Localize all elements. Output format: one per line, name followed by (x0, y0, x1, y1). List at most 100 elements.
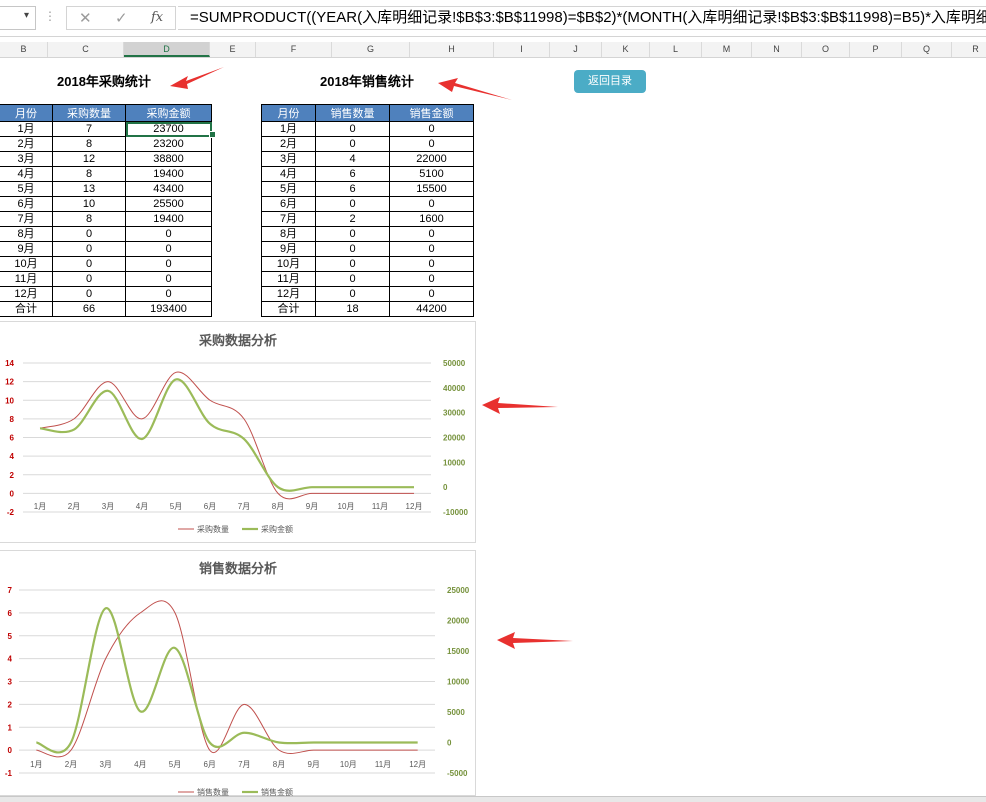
table-cell[interactable]: 0 (316, 197, 390, 212)
table-cell[interactable]: 1600 (390, 212, 474, 227)
formula-input[interactable]: =SUMPRODUCT((YEAR(入库明细记录!$B$3:$B$11998)=… (178, 6, 986, 30)
column-header-c[interactable]: C (48, 42, 124, 57)
table-cell[interactable]: 0 (390, 287, 474, 302)
column-header-r[interactable]: R (952, 42, 986, 57)
column-header-i[interactable]: I (494, 42, 550, 57)
fill-handle[interactable] (209, 131, 216, 138)
horizontal-scrollbar[interactable] (0, 796, 986, 802)
table-cell[interactable]: 6 (316, 167, 390, 182)
table-cell[interactable]: 193400 (126, 302, 212, 317)
table-cell[interactable]: 66 (53, 302, 126, 317)
table-cell[interactable]: 0 (53, 257, 126, 272)
table-cell[interactable]: 38800 (126, 152, 212, 167)
table-cell[interactable]: 10 (53, 197, 126, 212)
table-cell[interactable]: 44200 (390, 302, 474, 317)
table-cell[interactable]: 11月 (0, 272, 53, 287)
table-cell[interactable]: 9月 (0, 242, 53, 257)
table-cell[interactable]: 0 (126, 287, 212, 302)
table-cell[interactable]: 0 (390, 137, 474, 152)
column-header-m[interactable]: M (702, 42, 752, 57)
enter-icon[interactable]: ✓ (115, 9, 128, 27)
table-cell[interactable]: 15500 (390, 182, 474, 197)
insert-function-icon[interactable]: fx (151, 10, 163, 25)
table-cell[interactable]: 6月 (0, 197, 53, 212)
table-cell[interactable]: 3月 (262, 152, 316, 167)
table-cell[interactable]: 0 (53, 242, 126, 257)
table-cell[interactable]: 4 (316, 152, 390, 167)
table-cell[interactable]: 43400 (126, 182, 212, 197)
table-cell[interactable]: 7月 (0, 212, 53, 227)
table-cell[interactable]: 12 (53, 152, 126, 167)
table-cell[interactable]: 13 (53, 182, 126, 197)
table-cell[interactable]: 9月 (262, 242, 316, 257)
table-cell[interactable]: 19400 (126, 212, 212, 227)
chevron-down-icon[interactable]: ▾ (24, 10, 29, 21)
table-cell[interactable]: 8 (53, 167, 126, 182)
table-cell[interactable]: 0 (316, 287, 390, 302)
table-cell[interactable]: 合计 (262, 302, 316, 317)
table-cell[interactable]: 4月 (0, 167, 53, 182)
name-box[interactable]: ▾ (0, 6, 36, 30)
table-cell[interactable]: 0 (126, 257, 212, 272)
column-header-l[interactable]: L (650, 42, 702, 57)
table-cell[interactable]: 0 (316, 227, 390, 242)
table-cell[interactable]: 0 (316, 257, 390, 272)
table-cell[interactable]: 0 (316, 272, 390, 287)
purchase-chart[interactable]: 采购数据分析-202468101214-10000010000200003000… (0, 321, 476, 543)
column-header-f[interactable]: F (256, 42, 332, 57)
table-cell[interactable]: 0 (390, 242, 474, 257)
table-cell[interactable]: 4月 (262, 167, 316, 182)
column-header-b[interactable]: B (0, 42, 48, 57)
table-cell[interactable]: 22000 (390, 152, 474, 167)
column-header-o[interactable]: O (802, 42, 850, 57)
table-cell[interactable]: 5月 (0, 182, 53, 197)
table-cell[interactable]: 2月 (262, 137, 316, 152)
table-cell[interactable]: 6 (316, 182, 390, 197)
table-cell[interactable]: 23700 (126, 122, 212, 137)
table-cell[interactable]: 1月 (0, 122, 53, 137)
cancel-icon[interactable]: ✕ (79, 9, 92, 27)
table-cell[interactable]: 0 (126, 227, 212, 242)
table-cell[interactable]: 19400 (126, 167, 212, 182)
table-cell[interactable]: 合计 (0, 302, 53, 317)
column-header-q[interactable]: Q (902, 42, 952, 57)
table-cell[interactable]: 0 (390, 227, 474, 242)
table-cell[interactable]: 2 (316, 212, 390, 227)
table-cell[interactable]: 0 (126, 242, 212, 257)
column-header-g[interactable]: G (332, 42, 410, 57)
table-cell[interactable]: 8月 (262, 227, 316, 242)
table-cell[interactable]: 7 (53, 122, 126, 137)
table-cell[interactable]: 8月 (0, 227, 53, 242)
table-cell[interactable]: 11月 (262, 272, 316, 287)
column-header-p[interactable]: P (850, 42, 902, 57)
table-cell[interactable]: 5100 (390, 167, 474, 182)
table-cell[interactable]: 10月 (262, 257, 316, 272)
table-cell[interactable]: 25500 (126, 197, 212, 212)
table-cell[interactable]: 10月 (0, 257, 53, 272)
table-cell[interactable]: 0 (53, 287, 126, 302)
column-header-h[interactable]: H (410, 42, 494, 57)
table-cell[interactable]: 0 (390, 197, 474, 212)
table-cell[interactable]: 0 (126, 272, 212, 287)
table-cell[interactable]: 0 (390, 272, 474, 287)
sales-chart[interactable]: 销售数据分析-101234567-50000500010000150002000… (0, 550, 476, 796)
table-cell[interactable]: 8 (53, 137, 126, 152)
table-cell[interactable]: 0 (53, 227, 126, 242)
column-header-e[interactable]: E (210, 42, 256, 57)
table-cell[interactable]: 0 (53, 272, 126, 287)
column-header-d[interactable]: D (124, 42, 210, 57)
table-cell[interactable]: 0 (316, 137, 390, 152)
table-cell[interactable]: 8 (53, 212, 126, 227)
table-cell[interactable]: 3月 (0, 152, 53, 167)
column-header-n[interactable]: N (752, 42, 802, 57)
back-to-index-button[interactable]: 返回目录 (574, 70, 646, 93)
table-cell[interactable]: 0 (316, 122, 390, 137)
table-cell[interactable]: 0 (390, 122, 474, 137)
table-cell[interactable]: 18 (316, 302, 390, 317)
table-cell[interactable]: 0 (316, 242, 390, 257)
column-header-k[interactable]: K (602, 42, 650, 57)
table-cell[interactable]: 23200 (126, 137, 212, 152)
table-cell[interactable]: 6月 (262, 197, 316, 212)
table-cell[interactable]: 0 (390, 257, 474, 272)
table-cell[interactable]: 2月 (0, 137, 53, 152)
